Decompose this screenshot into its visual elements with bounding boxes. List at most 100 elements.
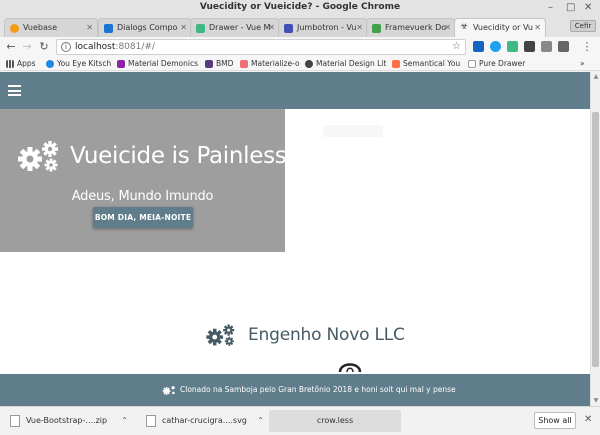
biohazard-favicon-icon: ☣ xyxy=(460,22,469,32)
tab-label: Framevuerk Do xyxy=(385,23,447,32)
material-design-lite-icon xyxy=(305,60,313,68)
semantic-ui-icon xyxy=(392,60,400,68)
tab-vuebase[interactable]: Vuebase ✕ xyxy=(4,18,98,37)
bookmark-label: Materialize-o xyxy=(251,59,300,68)
download-filename: Vue-Bootstrap-....zip xyxy=(26,416,108,425)
jumbotron-favicon-icon xyxy=(284,24,293,33)
tab-dialogs[interactable]: Dialogs Compo ✕ xyxy=(98,18,192,37)
bookmark-materialize[interactable]: Materialize-o xyxy=(240,58,300,70)
close-tab-icon[interactable]: ✕ xyxy=(444,19,451,37)
bookmark-star-icon[interactable]: ☆ xyxy=(452,40,461,54)
forward-arrow-icon[interactable]: → xyxy=(20,39,34,55)
vuematerial-favicon-icon xyxy=(196,24,205,33)
tab-jumbotron[interactable]: Jumbotron - Vu ✕ xyxy=(278,18,368,37)
jumbotron-subtitle: Adeus, Mundo Imundo xyxy=(71,189,214,204)
maximize-icon[interactable]: □ xyxy=(566,2,575,14)
address-bar[interactable]: i localhost:8081/#/ ☆ xyxy=(56,39,466,55)
bookmark-label: Apps xyxy=(17,59,36,68)
bookmarks-bar: Apps You Eye Kitsch Material Demonics BM… xyxy=(0,57,600,71)
download-item[interactable]: Vue-Bootstrap-....zip ⌃ xyxy=(4,410,128,432)
scroll-thumb[interactable] xyxy=(592,112,599,367)
bookmark-apps[interactable]: Apps xyxy=(6,58,36,70)
title-bar: Vuecidity or Vueicide? - Google Chrome –… xyxy=(0,0,600,17)
vue-devtools-icon[interactable] xyxy=(507,41,518,52)
bmd-icon xyxy=(205,60,213,68)
menu-dots-icon[interactable]: ⋮ xyxy=(580,39,594,55)
eyedropper-extension-icon[interactable] xyxy=(541,41,552,52)
hidden-button xyxy=(323,125,383,137)
jumbotron: Vueicide is Painless Adeus, Mundo Imundo… xyxy=(0,109,287,252)
bookmark-label: Material Demonics xyxy=(128,59,199,68)
materialize-icon xyxy=(240,60,248,68)
bookmark-material-design-lite[interactable]: Material Design Lit xyxy=(305,58,386,70)
tab-label: Jumbotron - Vu xyxy=(297,23,357,32)
reload-icon[interactable]: ↻ xyxy=(37,39,51,55)
zip-file-icon xyxy=(10,415,20,427)
vuetify-extension-icon[interactable] xyxy=(473,41,484,52)
back-arrow-icon[interactable]: ← xyxy=(4,39,18,55)
tab-vuecidity[interactable]: ☣ Vuecidity or Vu ✕ xyxy=(454,18,546,37)
scroll-up-icon[interactable]: ▲ xyxy=(591,72,600,82)
close-tab-icon[interactable]: ✕ xyxy=(86,19,93,37)
tab-label: Vuebase xyxy=(23,23,57,32)
apps-grid-icon xyxy=(6,60,14,68)
more-bookmarks-icon[interactable]: » xyxy=(580,58,585,70)
bookmark-label: BMD xyxy=(216,59,234,68)
close-tab-icon[interactable]: ✕ xyxy=(268,19,275,37)
bookmark-label: Pure Drawer xyxy=(479,59,526,68)
show-all-button[interactable]: Show all xyxy=(534,412,576,429)
chevron-up-icon[interactable]: ⌃ xyxy=(257,410,264,432)
close-shelf-icon[interactable]: ✕ xyxy=(584,414,592,425)
screenshot-extension-icon[interactable] xyxy=(558,41,569,52)
pure-drawer-icon xyxy=(468,60,476,68)
download-filename: crow.less xyxy=(316,416,354,425)
close-tab-icon[interactable]: ✕ xyxy=(534,19,541,37)
bookmark-semantical-you[interactable]: Semantical You xyxy=(392,58,460,70)
tab-label: Vuecidity or Vu xyxy=(473,23,533,32)
close-tab-icon[interactable]: ✕ xyxy=(356,19,363,37)
partial-logo-icon xyxy=(338,363,362,372)
tab-drawer[interactable]: Drawer - Vue M ✕ xyxy=(190,18,280,37)
tab-strip: Vuebase ✕ Dialogs Compo ✕ Drawer - Vue M… xyxy=(0,17,600,37)
footer-text: Clonado na Samboja pelo Gran Bretônio 20… xyxy=(180,385,456,394)
tab-label: Drawer - Vue M xyxy=(209,23,271,32)
gears-icon xyxy=(206,324,235,346)
bom-dia-button[interactable]: BOM DIA, MEIA-NOITE xyxy=(93,207,193,228)
chevron-up-icon[interactable]: ⌃ xyxy=(121,410,128,432)
tab-label: Dialogs Compo xyxy=(117,23,178,32)
framevuerk-favicon-icon xyxy=(372,24,381,33)
page-scrollbar[interactable]: ▲ ▼ xyxy=(590,72,600,406)
minimize-icon[interactable]: – xyxy=(548,2,553,14)
you-eye-kitsch-icon xyxy=(46,60,54,68)
profile-button[interactable]: Cefir xyxy=(570,20,596,32)
download-item-in-progress[interactable]: crow.less xyxy=(269,410,401,432)
close-tab-icon[interactable]: ✕ xyxy=(180,19,187,37)
jumbotron-title-text: Vueicide is Painless xyxy=(70,143,287,169)
bookmark-label: Material Design Lit xyxy=(316,59,387,68)
vuebase-favicon-icon xyxy=(10,24,19,33)
twitter-extension-icon[interactable] xyxy=(490,41,501,52)
gears-icon xyxy=(162,386,175,395)
page-viewport: Vueicide is Painless Adeus, Mundo Imundo… xyxy=(0,72,600,406)
window-title: Vuecidity or Vueicide? - Google Chrome xyxy=(199,2,401,12)
hamburger-menu-icon[interactable] xyxy=(8,85,21,96)
download-item[interactable]: cathar-crucigra....svg ⌃ xyxy=(140,410,264,432)
bookmark-bmd[interactable]: BMD xyxy=(205,58,233,70)
info-icon[interactable]: i xyxy=(61,42,71,52)
bookmark-pure-drawer[interactable]: Pure Drawer xyxy=(468,58,525,70)
material-demonics-icon xyxy=(117,60,125,68)
browser-toolbar: ← → ↻ i localhost:8081/#/ ☆ ⋮ xyxy=(0,37,600,57)
brand-name: Engenho Novo LLC xyxy=(248,325,405,345)
app-bar xyxy=(0,72,590,109)
scroll-down-icon[interactable]: ▼ xyxy=(591,396,600,406)
tab-framevuerk[interactable]: Framevuerk Do ✕ xyxy=(366,18,456,37)
bookmark-you-eye-kitsch[interactable]: You Eye Kitsch xyxy=(46,58,111,70)
close-icon[interactable]: ✕ xyxy=(584,2,592,14)
gear-extension-icon[interactable] xyxy=(524,41,535,52)
url-host: localhost xyxy=(75,42,116,52)
bookmark-label: Semantical You xyxy=(403,59,461,68)
bookmark-material-demonics[interactable]: Material Demonics xyxy=(117,58,198,70)
bookmark-label: You Eye Kitsch xyxy=(57,59,112,68)
browser-window: Vuecidity or Vueicide? - Google Chrome –… xyxy=(0,0,600,435)
gears-icon xyxy=(18,141,58,172)
